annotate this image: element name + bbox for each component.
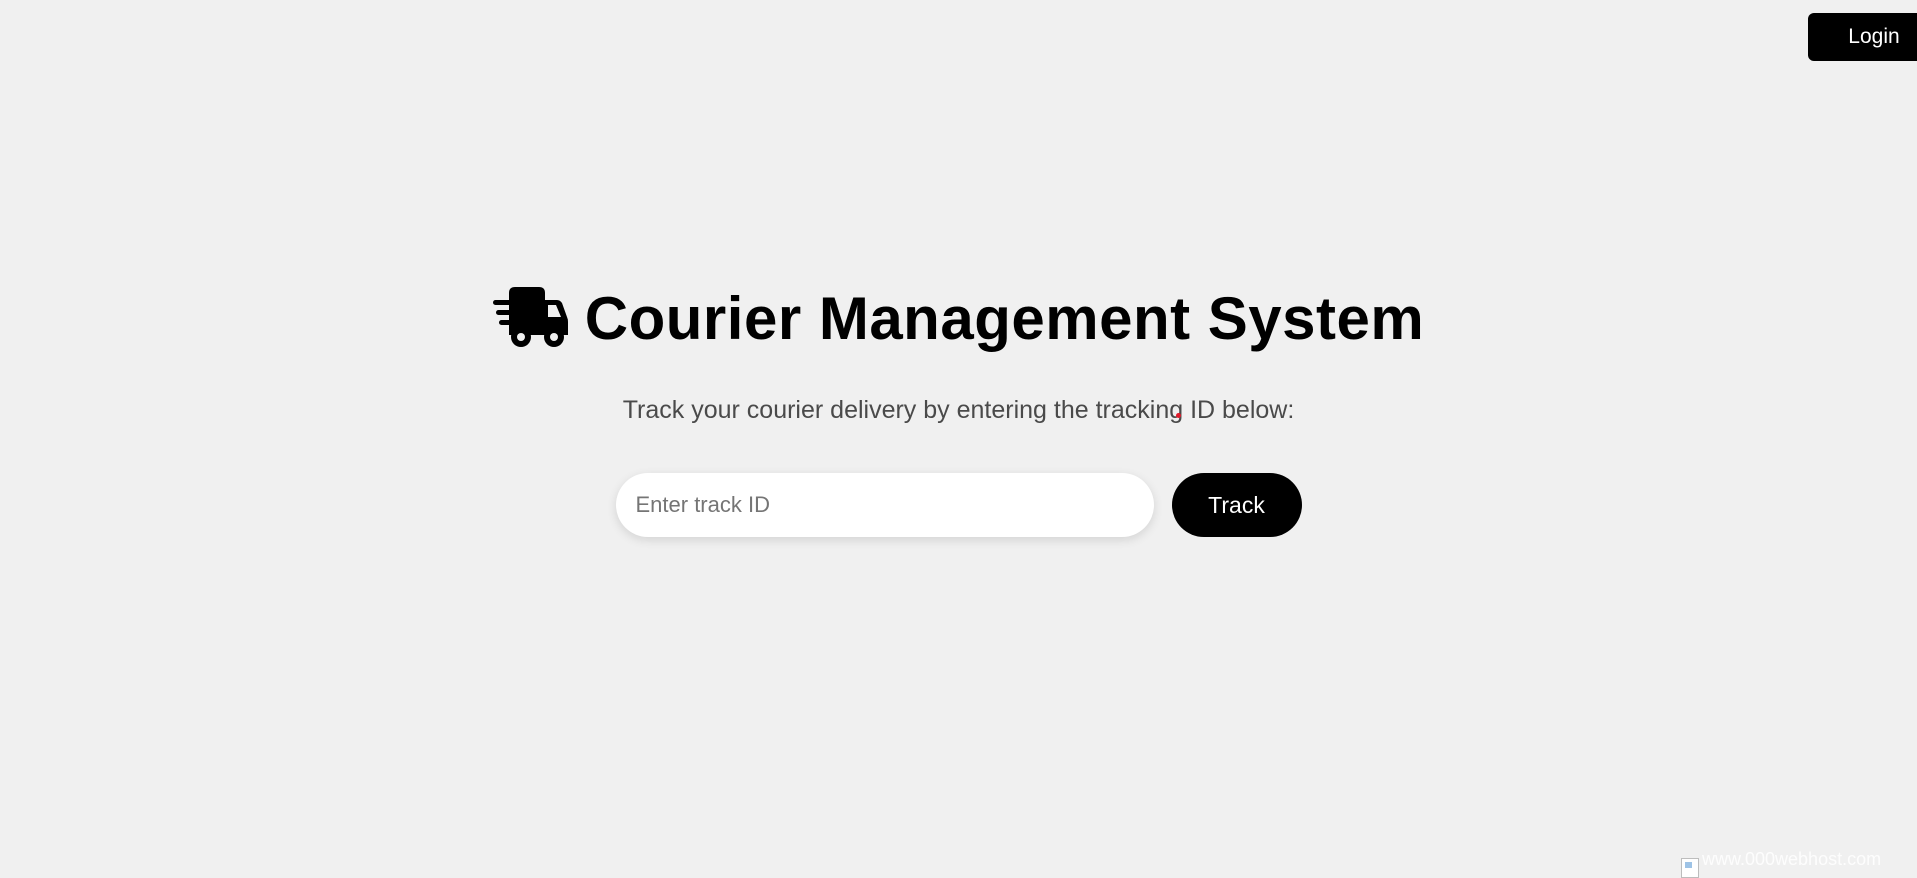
watermark-text: www.000webhost.com [1702,849,1882,869]
login-button[interactable]: Login [1808,13,1917,61]
page-title: Courier Management System [584,284,1425,352]
hero-section: Courier Management System Track your cou… [0,280,1917,537]
track-id-input[interactable] [615,473,1154,537]
host-watermark[interactable]: www.000webhost.com [1681,850,1881,878]
title-row: Courier Management System [492,280,1425,356]
subtitle: Track your courier delivery by entering … [622,396,1295,424]
truck-fast-icon [492,287,568,347]
red-marker-dot [1176,413,1181,418]
broken-image-icon [1681,858,1699,878]
track-form: Track [615,473,1302,537]
track-button[interactable]: Track [1171,473,1302,537]
